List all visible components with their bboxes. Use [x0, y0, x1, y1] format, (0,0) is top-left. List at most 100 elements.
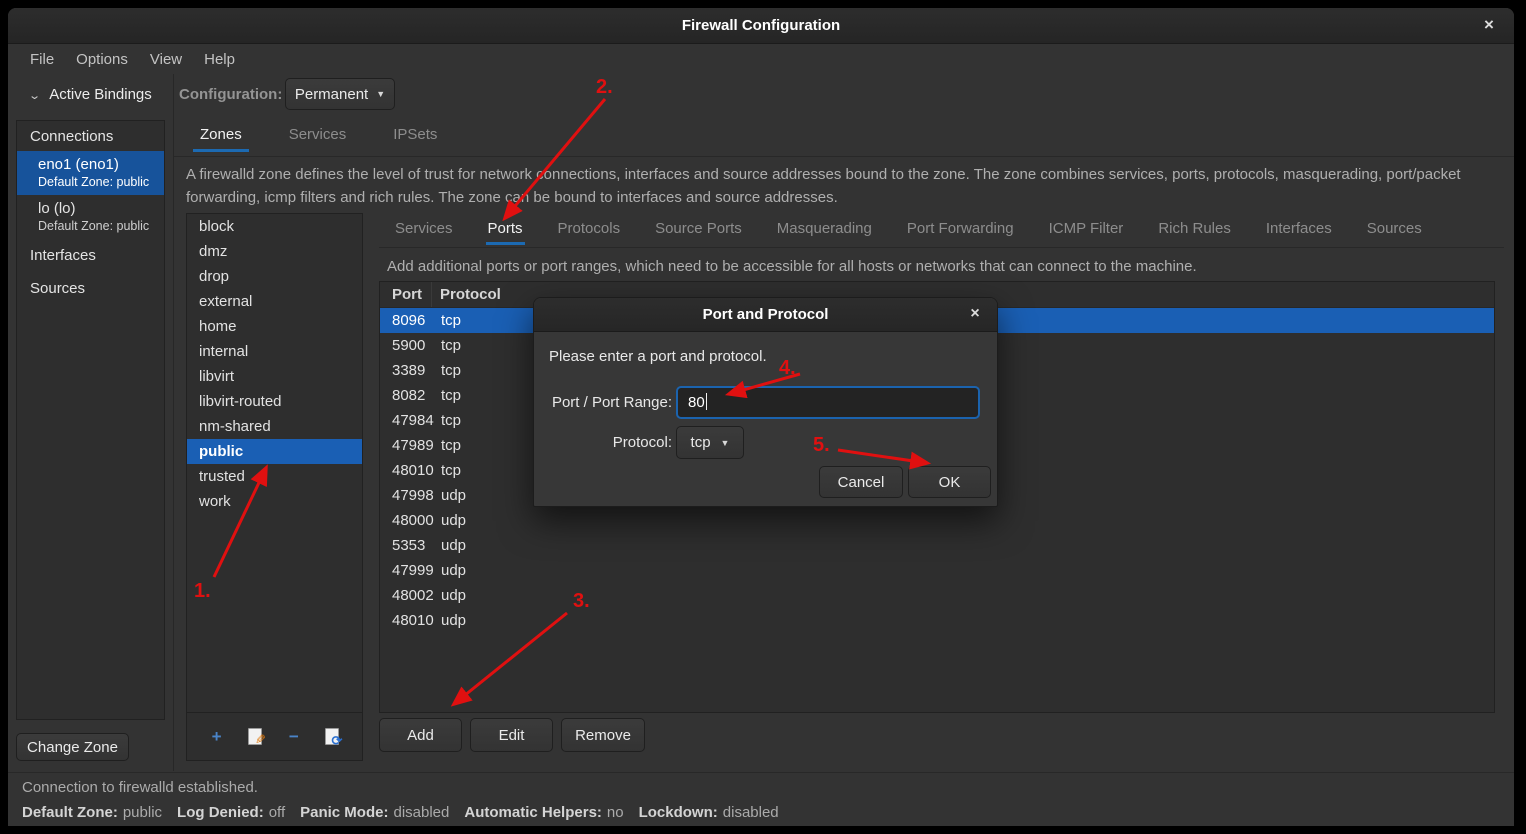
- zone-work[interactable]: work: [187, 489, 362, 514]
- zone-dmz[interactable]: dmz: [187, 239, 362, 264]
- menu-file[interactable]: File: [19, 45, 65, 74]
- zone-trusted[interactable]: trusted: [187, 464, 362, 489]
- connection-zone: Default Zone: public: [38, 219, 164, 233]
- status-field-lockdown-: Lockdown:disabled: [639, 804, 779, 821]
- subtab-masquerading[interactable]: Masquerading: [775, 215, 874, 245]
- sidebar-item-interfaces[interactable]: Interfaces: [17, 239, 164, 272]
- subtab-ports[interactable]: Ports: [486, 215, 525, 245]
- remove-port-button[interactable]: Remove: [561, 718, 645, 752]
- menu-view[interactable]: View: [139, 45, 193, 74]
- edit-zone-icon[interactable]: ✎: [246, 728, 264, 746]
- zone-libvirt-routed[interactable]: libvirt-routed: [187, 389, 362, 414]
- configuration-dropdown[interactable]: Permanent ▼: [285, 78, 395, 110]
- status-value: public: [123, 804, 162, 821]
- tab-services[interactable]: Services: [282, 120, 354, 152]
- tab-ipsets[interactable]: IPSets: [386, 120, 444, 152]
- status-field-default-zone-: Default Zone:public: [22, 804, 162, 821]
- cell-port: 8082: [380, 383, 433, 408]
- add-zone-icon[interactable]: +: [208, 728, 226, 746]
- connection-zone: Default Zone: public: [38, 175, 164, 189]
- zone-block[interactable]: block: [187, 214, 362, 239]
- status-label: Panic Mode:: [300, 804, 388, 821]
- cell-protocol: tcp: [433, 383, 461, 408]
- cell-port: 47984: [380, 408, 433, 433]
- statusbar-fields: Default Zone:publicLog Denied:offPanic M…: [22, 804, 779, 821]
- subtab-icmp-filter[interactable]: ICMP Filter: [1047, 215, 1126, 245]
- tab-zones[interactable]: Zones: [193, 120, 249, 152]
- subtab-port-forwarding[interactable]: Port Forwarding: [905, 215, 1016, 245]
- subtab-services[interactable]: Services: [393, 215, 455, 245]
- table-row[interactable]: 48000udp: [380, 508, 1494, 533]
- table-row[interactable]: 48010udp: [380, 608, 1494, 633]
- add-port-button[interactable]: Add: [379, 718, 462, 752]
- chevron-down-icon: ⌄: [28, 81, 41, 111]
- cell-port: 48002: [380, 583, 433, 608]
- configuration-value: Permanent: [295, 86, 368, 103]
- zone-toolbar: + ✎ − ⟳: [186, 713, 363, 761]
- window-title: Firewall Configuration: [682, 17, 840, 34]
- cell-port: 47989: [380, 433, 433, 458]
- zone-home[interactable]: home: [187, 314, 362, 339]
- cell-protocol: udp: [433, 608, 466, 633]
- ok-button[interactable]: OK: [908, 466, 991, 498]
- active-bindings-label: Active Bindings: [49, 86, 152, 103]
- subtab-source-ports[interactable]: Source Ports: [653, 215, 744, 245]
- zone-external[interactable]: external: [187, 289, 362, 314]
- protocol-label: Protocol:: [544, 434, 672, 451]
- change-zone-button[interactable]: Change Zone: [16, 733, 129, 761]
- connection-item-lo-lo-[interactable]: lo (lo)Default Zone: public: [17, 195, 164, 239]
- text-caret: [706, 393, 708, 410]
- dialog-titlebar[interactable]: Port and Protocol ×: [534, 298, 997, 332]
- window-close-icon[interactable]: ×: [1474, 8, 1504, 44]
- status-value: disabled: [393, 804, 449, 821]
- zone-public[interactable]: public: [187, 439, 362, 464]
- dialog-message: Please enter a port and protocol.: [549, 348, 767, 365]
- cell-protocol: tcp: [433, 458, 461, 483]
- cell-protocol: tcp: [433, 358, 461, 383]
- cell-port: 8096: [380, 308, 433, 333]
- subtab-protocols[interactable]: Protocols: [556, 215, 623, 245]
- cell-protocol: tcp: [433, 408, 461, 433]
- port-range-input[interactable]: 80: [676, 386, 980, 419]
- cancel-button[interactable]: Cancel: [819, 466, 903, 498]
- status-label: Log Denied:: [177, 804, 264, 821]
- tabs-separator: [174, 156, 1514, 157]
- menu-options[interactable]: Options: [65, 45, 139, 74]
- connection-item-eno1-eno1-[interactable]: eno1 (eno1) Default Zone: public: [17, 151, 164, 195]
- configuration-label: Configuration:: [179, 80, 282, 110]
- subtab-sources[interactable]: Sources: [1365, 215, 1424, 245]
- sidebar-items: InterfacesSources: [17, 239, 164, 305]
- edit-port-button[interactable]: Edit: [470, 718, 553, 752]
- dialog-close-icon[interactable]: ×: [961, 298, 989, 332]
- zone-drop[interactable]: drop: [187, 264, 362, 289]
- table-row[interactable]: 47999udp: [380, 558, 1494, 583]
- port-range-value: 80: [688, 394, 705, 411]
- zone-libvirt[interactable]: libvirt: [187, 364, 362, 389]
- zone-nm-shared[interactable]: nm-shared: [187, 414, 362, 439]
- cell-protocol: tcp: [433, 333, 461, 358]
- menu-help[interactable]: Help: [193, 45, 246, 74]
- subtab-interfaces[interactable]: Interfaces: [1264, 215, 1334, 245]
- firewall-config-window: Firewall Configuration × FileOptionsView…: [8, 8, 1514, 826]
- active-bindings-expander[interactable]: ⌄ Active Bindings: [30, 80, 152, 110]
- protocol-dropdown[interactable]: tcp ▼: [676, 426, 744, 459]
- table-row[interactable]: 5353udp: [380, 533, 1494, 558]
- zone-subtabs: Services Ports Protocols Source Ports Masque…: [393, 215, 1455, 248]
- connection-status: Connection to firewalld established.: [22, 779, 258, 796]
- sidebar-item-sources[interactable]: Sources: [17, 272, 164, 305]
- status-value: disabled: [723, 804, 779, 821]
- cell-port: 47998: [380, 483, 433, 508]
- subtab-rich-rules[interactable]: Rich Rules: [1156, 215, 1233, 245]
- titlebar[interactable]: Firewall Configuration ×: [8, 8, 1514, 44]
- reload-zone-icon[interactable]: ⟳: [323, 728, 341, 746]
- table-row[interactable]: 48002udp: [380, 583, 1494, 608]
- column-protocol[interactable]: Protocol: [432, 282, 501, 307]
- cell-protocol: udp: [433, 558, 466, 583]
- status-value: no: [607, 804, 624, 821]
- connection-name: eno1 (eno1): [38, 156, 164, 173]
- subtabs-separator: [379, 247, 1504, 248]
- remove-zone-icon[interactable]: −: [285, 728, 303, 746]
- column-port[interactable]: Port: [380, 282, 432, 307]
- cell-port: 5353: [380, 533, 433, 558]
- zone-internal[interactable]: internal: [187, 339, 362, 364]
